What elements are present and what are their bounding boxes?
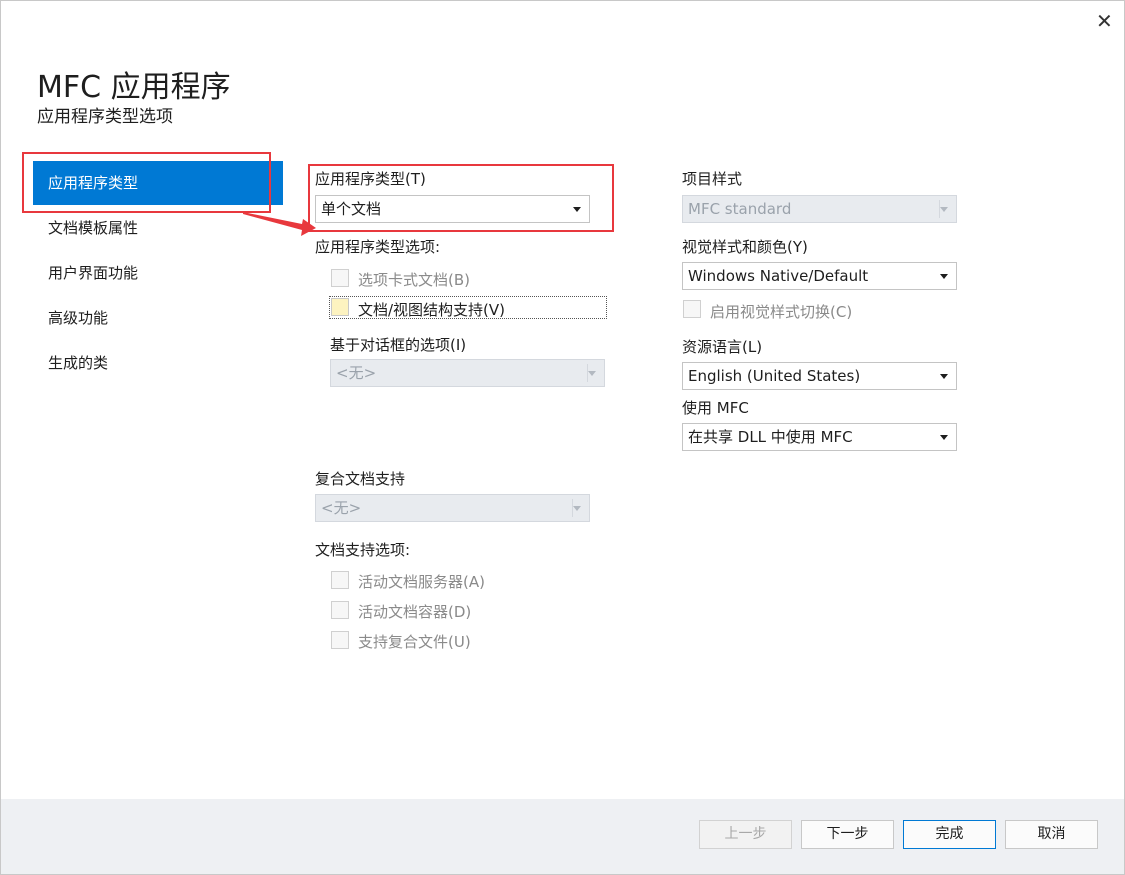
chevron-down-icon bbox=[940, 274, 948, 279]
app-type-select[interactable]: 单个文档 bbox=[315, 195, 590, 223]
active-doc-container-checkbox[interactable] bbox=[331, 601, 349, 619]
use-mfc-value: 在共享 DLL 中使用 MFC bbox=[688, 428, 853, 446]
chevron-down-icon bbox=[940, 435, 948, 440]
app-type-value: 单个文档 bbox=[321, 200, 382, 218]
page-title: MFC 应用程序 bbox=[37, 70, 231, 105]
compound-doc-label: 复合文档支持 bbox=[315, 470, 406, 488]
visual-style-select[interactable]: Windows Native/Default bbox=[682, 262, 957, 290]
cancel-button[interactable]: 取消 bbox=[1005, 820, 1098, 849]
tabbed-docs-label: 选项卡式文档(B) bbox=[358, 271, 470, 289]
use-mfc-select[interactable]: 在共享 DLL 中使用 MFC bbox=[682, 423, 957, 451]
dialog-options-value: <无> bbox=[336, 364, 377, 382]
compound-file-label: 支持复合文件(U) bbox=[358, 633, 471, 651]
resource-lang-value: English (United States) bbox=[688, 367, 861, 385]
visual-toggle-checkbox[interactable] bbox=[683, 300, 701, 318]
chevron-down-icon bbox=[588, 371, 596, 376]
visual-style-label: 视觉样式和颜色(Y) bbox=[682, 238, 808, 256]
chevron-down-icon bbox=[940, 207, 948, 212]
page-subtitle: 应用程序类型选项 bbox=[37, 107, 173, 127]
active-doc-server-label: 活动文档服务器(A) bbox=[358, 573, 485, 591]
finish-button[interactable]: 完成 bbox=[903, 820, 996, 849]
dialog-options-select: <无> bbox=[330, 359, 605, 387]
nav-item-generated-classes[interactable]: 生成的类 bbox=[33, 341, 283, 385]
project-style-label: 项目样式 bbox=[682, 170, 743, 188]
doc-support-label: 文档支持选项: bbox=[315, 541, 411, 559]
project-style-value: MFC standard bbox=[688, 200, 792, 218]
chevron-down-icon bbox=[573, 506, 581, 511]
nav-item-advanced[interactable]: 高级功能 bbox=[33, 296, 283, 340]
visual-style-value: Windows Native/Default bbox=[688, 267, 869, 285]
annotation-arrow-icon bbox=[243, 212, 316, 236]
tabbed-docs-checkbox[interactable] bbox=[331, 269, 349, 287]
doc-view-checkbox[interactable] bbox=[331, 298, 349, 316]
dialog-options-label: 基于对话框的选项(I) bbox=[330, 336, 467, 354]
project-style-select: MFC standard bbox=[682, 195, 957, 223]
nav-item-ui-features[interactable]: 用户界面功能 bbox=[33, 251, 283, 295]
resource-lang-label: 资源语言(L) bbox=[682, 338, 763, 356]
active-doc-container-label: 活动文档容器(D) bbox=[358, 603, 472, 621]
compound-file-checkbox[interactable] bbox=[331, 631, 349, 649]
nav-item-app-type[interactable]: 应用程序类型 bbox=[33, 161, 283, 205]
compound-doc-select: <无> bbox=[315, 494, 590, 522]
compound-doc-value: <无> bbox=[321, 499, 362, 517]
prev-button: 上一步 bbox=[699, 820, 792, 849]
chevron-down-icon bbox=[573, 207, 581, 212]
chevron-down-icon bbox=[940, 374, 948, 379]
visual-toggle-label: 启用视觉样式切换(C) bbox=[710, 303, 853, 321]
active-doc-server-checkbox[interactable] bbox=[331, 571, 349, 589]
doc-view-label[interactable]: 文档/视图结构支持(V) bbox=[358, 299, 505, 320]
close-icon[interactable]: ✕ bbox=[1096, 10, 1113, 32]
app-type-label: 应用程序类型(T) bbox=[315, 170, 426, 188]
next-button[interactable]: 下一步 bbox=[801, 820, 894, 849]
use-mfc-label: 使用 MFC bbox=[682, 399, 749, 417]
app-type-options-label: 应用程序类型选项: bbox=[315, 238, 441, 256]
resource-lang-select[interactable]: English (United States) bbox=[682, 362, 957, 390]
